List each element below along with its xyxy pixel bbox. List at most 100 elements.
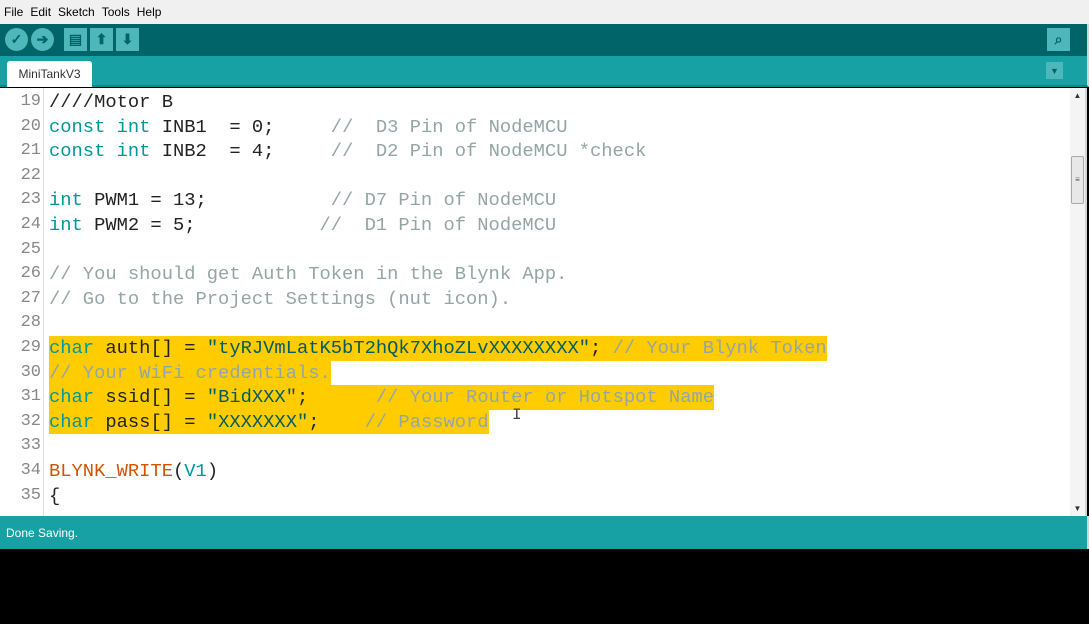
tab-minitankv3[interactable]: MiniTankV3	[7, 61, 92, 87]
code-token: // D3 Pin of NodeMCU	[330, 115, 568, 138]
menu-file[interactable]: File	[4, 5, 23, 19]
line-number: 28	[20, 313, 41, 333]
code-line: // Your WiFi credentials.	[49, 360, 331, 386]
code-token: (	[172, 460, 185, 482]
code-token: // Your Router or Hotspot Name	[375, 386, 715, 409]
code-token: ssid[] =	[94, 386, 207, 409]
code-token: int	[49, 189, 83, 212]
code-line: char auth[] = "tyRJVmLatK5bT2hQk7XhoZLvX…	[49, 336, 827, 361]
code-token: ;	[590, 337, 613, 359]
text-cursor-icon: I	[512, 406, 522, 424]
code-token: pass[] =	[94, 410, 207, 433]
menu-tools[interactable]: Tools	[102, 5, 130, 19]
code-token: ;	[308, 410, 365, 433]
check-icon: ✓	[10, 31, 23, 47]
code-token: )	[206, 460, 219, 482]
code-token: char	[49, 410, 95, 433]
code-token: ////Motor B	[49, 91, 173, 113]
arrow-down-icon: ⬇	[121, 31, 134, 47]
arrow-up-icon: ⬆	[95, 31, 108, 47]
code-token: // D2 Pin of NodeMCU *check	[330, 140, 647, 163]
code-token: // D7 Pin of NodeMCU	[330, 189, 557, 212]
toolbar: ✓ ➔ ▤ ⬆ ⬇ ⌕	[0, 24, 1089, 56]
scroll-down-icon[interactable]: ▼	[1070, 504, 1085, 513]
line-number: 26	[20, 264, 41, 284]
code-line: int PWM1 = 13; // D7 Pin of NodeMCU	[49, 188, 556, 213]
code-token: ;	[296, 386, 376, 409]
code-token: BLYNK_WRITE	[49, 460, 173, 482]
code-token: "BidXXX"	[206, 386, 297, 409]
chevron-down-icon: ▼	[1050, 65, 1059, 76]
code-line: BLYNK_WRITE(V1)	[49, 459, 218, 484]
console-output[interactable]	[0, 549, 1089, 624]
code-token: int	[116, 115, 151, 138]
menu-help[interactable]: Help	[137, 5, 162, 19]
verify-button[interactable]: ✓	[5, 28, 28, 51]
status-text: Done Saving.	[6, 525, 79, 540]
arrow-right-icon: ➔	[36, 31, 49, 47]
code-token: char	[49, 386, 95, 409]
magnifier-icon: ⌕	[1054, 31, 1063, 47]
code-token: // You should get Auth Token in the Blyn…	[49, 263, 568, 286]
line-number: 30	[20, 362, 41, 382]
vertical-scrollbar[interactable]: ▲ ≡ ▼	[1070, 88, 1085, 516]
new-button[interactable]: ▤	[64, 28, 87, 51]
code-token: PWM1 = 13;	[82, 189, 331, 212]
menu-edit[interactable]: Edit	[30, 5, 51, 19]
code-token: "XXXXXXX"	[206, 410, 309, 433]
code-line: const int INB2 = 4; // D2 Pin of NodeMCU…	[49, 139, 646, 164]
line-number-gutter: 19 20 21 22 23 24 25 26 27 28 29 30 31 32 33 34 35	[0, 88, 44, 516]
line-number: 27	[20, 288, 41, 308]
status-bar: Done Saving.	[0, 516, 1089, 549]
serial-monitor-button[interactable]: ⌕	[1047, 28, 1070, 51]
code-line: {	[49, 484, 60, 509]
line-number: 34	[20, 461, 41, 480]
line-number: 29	[20, 338, 41, 357]
line-number: 33	[20, 436, 41, 456]
line-number: 32	[20, 411, 41, 431]
code-line: char ssid[] = "BidXXX"; // Your Router o…	[49, 385, 715, 410]
code-token: char	[49, 337, 95, 359]
code-token: int	[49, 214, 83, 236]
code-token: int	[116, 140, 151, 163]
scrollbar-thumb[interactable]: ≡	[1071, 156, 1084, 204]
tab-menu-button[interactable]: ▼	[1046, 62, 1063, 79]
menu-bar: File Edit Sketch Tools Help	[0, 0, 1089, 24]
code-token: auth[] =	[94, 337, 207, 359]
open-button[interactable]: ⬆	[90, 28, 113, 51]
line-number: 31	[20, 387, 41, 407]
code-line: int PWM2 = 5; // D1 Pin of NodeMCU	[49, 213, 556, 238]
code-line: // Go to the Project Settings (nut icon)…	[49, 287, 511, 312]
document-icon: ▤	[68, 31, 83, 47]
code-token: INB2 = 4;	[150, 140, 331, 163]
tab-bar: MiniTankV3 ▼	[0, 56, 1089, 87]
code-token: // D1 Pin of NodeMCU	[319, 214, 557, 236]
code-line: ////Motor B	[49, 90, 173, 115]
line-number: 23	[20, 190, 41, 210]
code-token: V1	[184, 460, 207, 482]
menu-sketch[interactable]: Sketch	[58, 5, 95, 19]
code-token: const	[49, 115, 106, 138]
code-token: // Go to the Project Settings (nut icon)…	[49, 287, 512, 310]
upload-button[interactable]: ➔	[31, 28, 54, 51]
save-button[interactable]: ⬇	[116, 28, 139, 51]
code-token: PWM2 = 5;	[82, 214, 320, 236]
tab-label: MiniTankV3	[18, 67, 81, 81]
code-token: // Password	[364, 410, 489, 433]
line-number: 20	[20, 116, 41, 136]
code-line: char pass[] = "XXXXXXX"; // Password	[49, 409, 489, 435]
line-number: 22	[20, 165, 41, 185]
code-token: // Your Blynk Token	[612, 337, 827, 359]
code-line: const int INB1 = 0; // D3 Pin of NodeMCU	[49, 115, 567, 140]
line-number: 35	[20, 485, 41, 505]
code-token: "tyRJVmLatK5bT2hQk7XhoZLvXXXXXXXX"	[206, 337, 591, 359]
line-number: 25	[20, 239, 41, 259]
code-token: {	[49, 484, 61, 507]
code-token: // Your WiFi credentials.	[49, 361, 331, 384]
line-number: 24	[20, 215, 41, 234]
code-editor[interactable]: 19 20 21 22 23 24 25 26 27 28 29 30 31 32 33 34 35 ////M…	[0, 88, 1087, 516]
code-token: const	[49, 140, 106, 163]
scroll-up-icon[interactable]: ▲	[1070, 91, 1085, 100]
